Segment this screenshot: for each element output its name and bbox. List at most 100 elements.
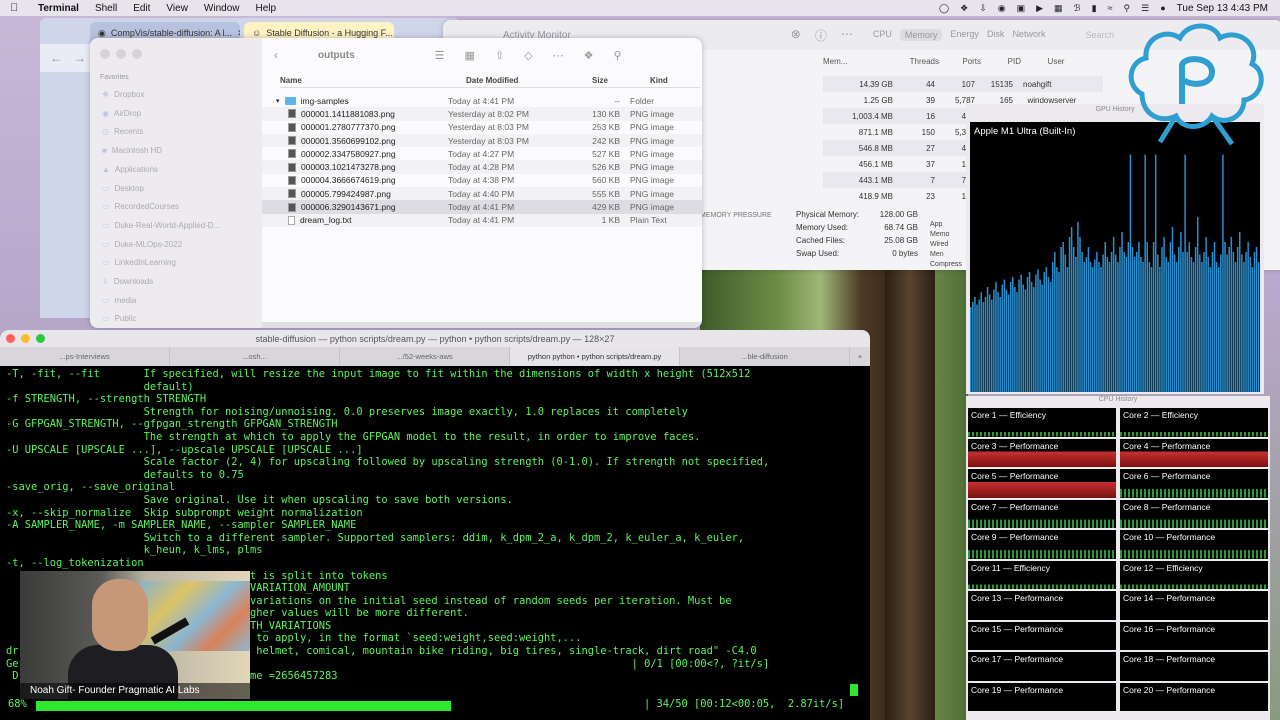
sidebar-item[interactable]: ▭ Duke-Real-World-Applied-D... [102,221,220,230]
gpu-device-label: Apple M1 Ultra (Built-In) [974,126,1076,137]
tab-memory[interactable]: Memory [899,29,943,41]
terminal-tab[interactable]: .../52-weeks-aws [340,347,510,366]
sidebar-item[interactable]: ⇩ Downloads [102,277,153,286]
stop-process-icon[interactable]: ⊗ [791,27,801,44]
close-button[interactable] [6,334,15,343]
folder-icon: ◉ [102,108,109,118]
sidebar-item[interactable]: ▲ Applications [102,165,158,174]
table-row[interactable]: 14.39 GB 44 107 15135 noahgift [823,76,1103,92]
download-icon[interactable]: ⇩ [979,3,987,14]
file-row[interactable]: dream_log.txt Today at 4:41 PM 1 KB Plain T… [262,213,702,227]
shield-icon[interactable]: ◯ [939,3,949,14]
gpu-usage-bar [1190,257,1193,392]
terminal-tab[interactable]: ...ps-Interviews [0,347,170,366]
control-center-icon[interactable]: ☰ [1141,3,1149,14]
apple-icon[interactable]:  [10,2,24,14]
wifi-icon[interactable]: ≈ [1108,3,1113,13]
new-tab-icon[interactable]: + [850,347,870,366]
tab-cpu[interactable]: CPU [873,29,892,41]
column-name[interactable]: Name [280,76,466,87]
file-row[interactable]: 000006.3290143671.png Today at 4:41 PM 429… [262,200,702,214]
column-threads[interactable]: Threads [887,57,939,66]
menu-shell[interactable]: Shell [95,3,117,14]
back-icon[interactable]: ‹ [274,48,278,62]
sidebar-item[interactable]: ■ Macintosh HD [102,146,162,155]
sidebar-item[interactable]: ▭ media [102,296,136,305]
column-size[interactable]: Size [592,76,640,87]
cpu-core-graph: Core 15 — Performance [968,621,1116,650]
dropbox-icon[interactable]: ❖ [960,3,968,14]
siri-icon[interactable]: ● [1160,3,1165,13]
search-icon[interactable]: ⚲ [1124,3,1131,14]
sidebar-item[interactable]: ◉ AirDrop [102,109,141,118]
tag-icon[interactable]: ◇ [524,49,532,62]
grid-view-icon[interactable]: ▦ [465,49,475,62]
gpu-usage-bar [1051,262,1054,392]
search-icon[interactable]: ⚲ [614,49,622,62]
gpu-usage-bar [1226,254,1228,392]
gpu-usage-bar [1205,237,1207,392]
horizontal-scrollbar[interactable] [262,322,702,328]
battery-icon[interactable]: ▮ [1092,3,1097,14]
file-row[interactable]: 000002.3347580927.png Today at 4:27 PM 527… [262,147,702,160]
file-row[interactable]: 000001.1411881083.png Yesterday at 8:02 P… [262,107,702,121]
dropbox-icon[interactable]: ❖ [584,49,594,62]
file-row[interactable]: 000001.3560699102.png Yesterday at 8:03 P… [262,133,702,148]
zoom-button[interactable] [132,49,142,59]
menu-edit[interactable]: Edit [133,3,150,14]
file-row[interactable]: 000001.2780777370.png Yesterday at 8:03 P… [262,121,702,134]
gpu-usage-bar [1012,277,1014,392]
info-icon[interactable]: ⓘ [815,27,827,44]
list-view-icon[interactable]: ☰ [435,49,445,62]
sidebar-item[interactable]: ▭ Public [102,314,136,323]
menu-help[interactable]: Help [256,3,277,14]
gpu-usage-bar [1119,247,1121,392]
minimize-button[interactable] [116,49,126,59]
file-row[interactable]: 000004.3666674619.png Today at 4:38 PM 560… [262,174,702,187]
back-icon[interactable]: ← [50,51,62,65]
play-icon[interactable]: ▶ [1036,3,1043,14]
forward-icon[interactable]: → [74,51,86,65]
terminal-tab-active[interactable]: python python • python scripts/dream.py [510,347,680,366]
minimize-button[interactable] [21,334,30,343]
close-icon[interactable]: ✕ [237,28,240,39]
column-kind[interactable]: Kind [640,76,700,87]
terminal-tab[interactable]: ...osh... [170,347,340,366]
bluetooth-icon[interactable]: ℬ [1074,3,1081,14]
more-icon[interactable]: ⋯ [553,49,564,62]
gpu-usage-bar [1016,292,1018,392]
column-pid[interactable]: PID [981,57,1021,66]
disclosure-icon[interactable]: ▾ [276,97,280,105]
search-input[interactable]: Search [1085,30,1114,40]
menu-window[interactable]: Window [204,3,240,14]
sidebar-item[interactable]: ▭ Duke-MLOps-2022 [102,240,182,249]
gpu-usage-bar [1186,252,1188,392]
column-memory[interactable]: Mem... [823,57,887,66]
sidebar-item[interactable]: ▭ Desktop [102,184,144,193]
record-icon[interactable]: ◉ [998,3,1006,14]
share-icon[interactable]: ⇧ [495,49,504,62]
file-row[interactable]: 000003.1021473278.png Today at 4:28 PM 526… [262,160,702,174]
column-date-modified[interactable]: Date Modified [466,76,592,87]
terminal-tab[interactable]: ...ble-diffusion [680,347,850,366]
menubar-clock[interactable]: Tue Sep 13 4:43 PM [1177,3,1268,14]
column-ports[interactable]: Ports [939,57,981,66]
sidebar-item[interactable]: ▭ LinkedInLearning [102,258,176,267]
menu-view[interactable]: View [166,3,188,14]
screen-icon[interactable]: ▣ [1017,3,1026,14]
sidebar-item[interactable]: ▭ RecordedCourses [102,202,179,211]
column-user[interactable]: User [1021,57,1091,66]
zoom-button[interactable] [36,334,45,343]
more-icon[interactable]: ⋯ [841,27,853,44]
sidebar-item[interactable]: ◷ Recents [102,127,143,136]
tab-disk[interactable]: Disk [987,29,1005,41]
file-row[interactable]: 000005.799424987.png Today at 4:40 PM 555 … [262,187,702,201]
gpu-usage-bar [1232,252,1235,392]
tab-energy[interactable]: Energy [950,29,979,41]
file-row[interactable]: ▾ img-samples Today at 4:41 PM -- Folder [262,94,702,107]
grid-icon[interactable]: ▦ [1054,3,1063,14]
tab-network[interactable]: Network [1012,29,1045,41]
sidebar-item[interactable]: ❖ Dropbox [102,90,144,99]
menu-app-name[interactable]: Terminal [38,3,79,14]
close-button[interactable] [100,49,110,59]
